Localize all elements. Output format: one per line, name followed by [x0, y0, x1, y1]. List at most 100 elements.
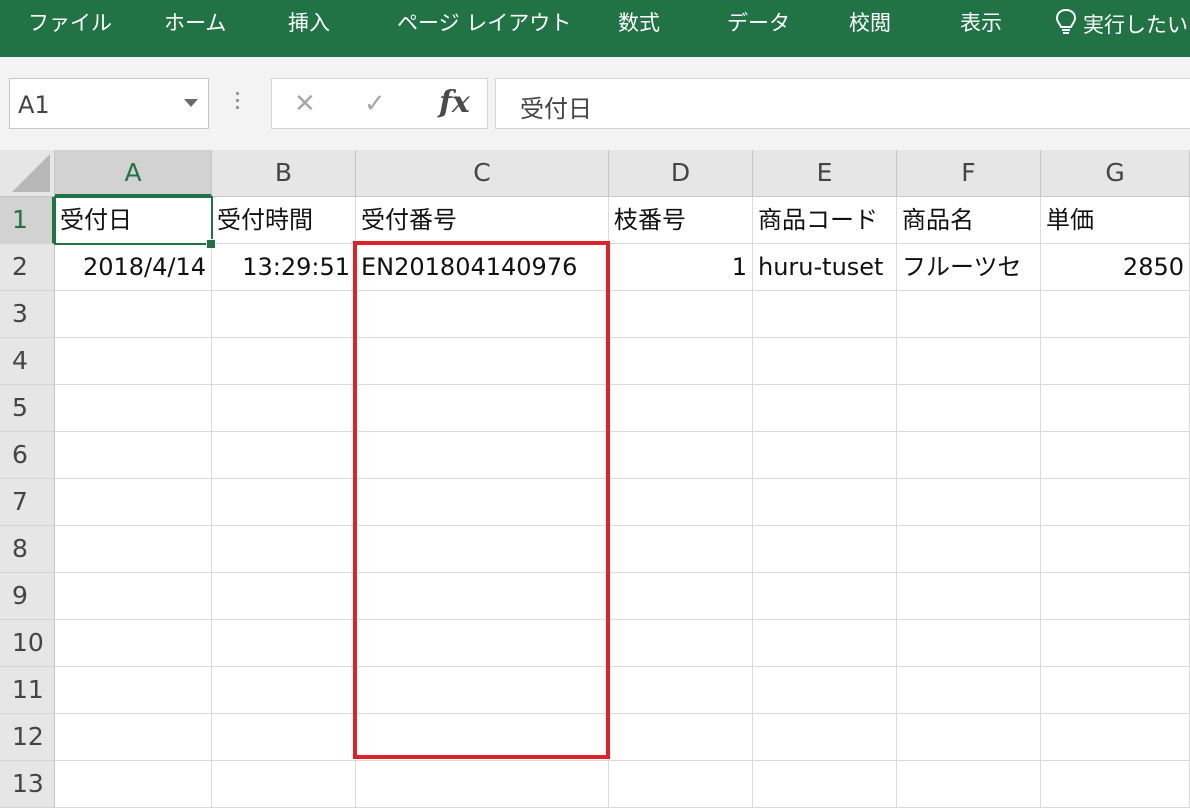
cell-d3[interactable]: [609, 291, 753, 338]
tab-insert[interactable]: 挿入: [288, 8, 330, 38]
cell-f12[interactable]: [897, 714, 1041, 761]
cell-e4[interactable]: [753, 338, 897, 385]
cell-g13[interactable]: [1041, 761, 1190, 808]
cell-c12[interactable]: [356, 714, 609, 761]
cell-e13[interactable]: [753, 761, 897, 808]
cell-f4[interactable]: [897, 338, 1041, 385]
cell-f6[interactable]: [897, 432, 1041, 479]
row-header-4[interactable]: 4: [0, 338, 55, 385]
cell-g2[interactable]: 2850: [1041, 244, 1190, 291]
name-box[interactable]: A1: [9, 78, 209, 129]
check-icon[interactable]: ✓: [364, 89, 386, 119]
cell-e9[interactable]: [753, 573, 897, 620]
cell-d12[interactable]: [609, 714, 753, 761]
column-header-e[interactable]: E: [753, 150, 897, 197]
cell-e7[interactable]: [753, 479, 897, 526]
cell-b4[interactable]: [212, 338, 356, 385]
tab-review[interactable]: 校閲: [849, 8, 891, 38]
cell-e5[interactable]: [753, 385, 897, 432]
cell-g11[interactable]: [1041, 667, 1190, 714]
cell-d2[interactable]: 1: [609, 244, 753, 291]
cell-a10[interactable]: [55, 620, 212, 667]
cell-b5[interactable]: [212, 385, 356, 432]
chevron-down-icon[interactable]: [184, 99, 198, 107]
cell-g9[interactable]: [1041, 573, 1190, 620]
column-header-f[interactable]: F: [897, 150, 1041, 197]
row-header-6[interactable]: 6: [0, 432, 55, 479]
cell-f8[interactable]: [897, 526, 1041, 573]
cell-a7[interactable]: [55, 479, 212, 526]
row-header-2[interactable]: 2: [0, 244, 55, 291]
tab-view[interactable]: 表示: [960, 8, 1002, 38]
row-header-5[interactable]: 5: [0, 385, 55, 432]
cell-g4[interactable]: [1041, 338, 1190, 385]
cell-d7[interactable]: [609, 479, 753, 526]
tab-formulas[interactable]: 数式: [618, 8, 660, 38]
cell-a5[interactable]: [55, 385, 212, 432]
cell-f7[interactable]: [897, 479, 1041, 526]
row-header-13[interactable]: 13: [0, 761, 55, 808]
row-header-9[interactable]: 9: [0, 573, 55, 620]
column-header-a[interactable]: A: [55, 150, 212, 197]
row-header-11[interactable]: 11: [0, 667, 55, 714]
cell-b12[interactable]: [212, 714, 356, 761]
cell-b10[interactable]: [212, 620, 356, 667]
cell-g8[interactable]: [1041, 526, 1190, 573]
cell-e12[interactable]: [753, 714, 897, 761]
cell-c13[interactable]: [356, 761, 609, 808]
row-header-7[interactable]: 7: [0, 479, 55, 526]
cell-d9[interactable]: [609, 573, 753, 620]
cell-f5[interactable]: [897, 385, 1041, 432]
cell-b8[interactable]: [212, 526, 356, 573]
cell-a8[interactable]: [55, 526, 212, 573]
cell-d11[interactable]: [609, 667, 753, 714]
cell-d8[interactable]: [609, 526, 753, 573]
cell-d4[interactable]: [609, 338, 753, 385]
cell-g10[interactable]: [1041, 620, 1190, 667]
cell-d10[interactable]: [609, 620, 753, 667]
tab-file[interactable]: ファイル: [28, 8, 112, 38]
insert-function-button[interactable]: fx: [439, 85, 470, 120]
row-header-8[interactable]: 8: [0, 526, 55, 573]
cell-c9[interactable]: [356, 573, 609, 620]
cell-b7[interactable]: [212, 479, 356, 526]
cell-d13[interactable]: [609, 761, 753, 808]
fill-handle[interactable]: [206, 239, 216, 249]
cell-g7[interactable]: [1041, 479, 1190, 526]
column-header-b[interactable]: B: [212, 150, 356, 197]
cell-e6[interactable]: [753, 432, 897, 479]
cell-e11[interactable]: [753, 667, 897, 714]
row-header-3[interactable]: 3: [0, 291, 55, 338]
cell-f10[interactable]: [897, 620, 1041, 667]
cell-g1[interactable]: 単価: [1041, 197, 1190, 244]
cell-e10[interactable]: [753, 620, 897, 667]
cell-f3[interactable]: [897, 291, 1041, 338]
cell-d1[interactable]: 枝番号: [609, 197, 753, 244]
cell-g5[interactable]: [1041, 385, 1190, 432]
tab-page-layout[interactable]: ページ レイアウト: [397, 8, 571, 38]
cell-a1[interactable]: 受付日: [55, 197, 212, 244]
splitter-handle[interactable]: [236, 92, 240, 113]
cell-a12[interactable]: [55, 714, 212, 761]
row-header-12[interactable]: 12: [0, 714, 55, 761]
cell-c8[interactable]: [356, 526, 609, 573]
cell-c6[interactable]: [356, 432, 609, 479]
cell-a11[interactable]: [55, 667, 212, 714]
column-header-g[interactable]: G: [1041, 150, 1190, 197]
cell-b1[interactable]: 受付時間: [212, 197, 356, 244]
cell-g6[interactable]: [1041, 432, 1190, 479]
cell-e1[interactable]: 商品コード: [753, 197, 897, 244]
column-header-d[interactable]: D: [609, 150, 753, 197]
cell-c2[interactable]: EN201804140976: [356, 244, 609, 291]
cell-b6[interactable]: [212, 432, 356, 479]
cell-f9[interactable]: [897, 573, 1041, 620]
column-header-c[interactable]: C: [356, 150, 609, 197]
row-header-10[interactable]: 10: [0, 620, 55, 667]
cell-f2[interactable]: フルーツセ: [897, 244, 1041, 291]
formula-input[interactable]: 受付日: [495, 78, 1190, 129]
cell-a2[interactable]: 2018/4/14: [55, 244, 212, 291]
cell-c7[interactable]: [356, 479, 609, 526]
cell-d6[interactable]: [609, 432, 753, 479]
cell-c10[interactable]: [356, 620, 609, 667]
cell-a9[interactable]: [55, 573, 212, 620]
